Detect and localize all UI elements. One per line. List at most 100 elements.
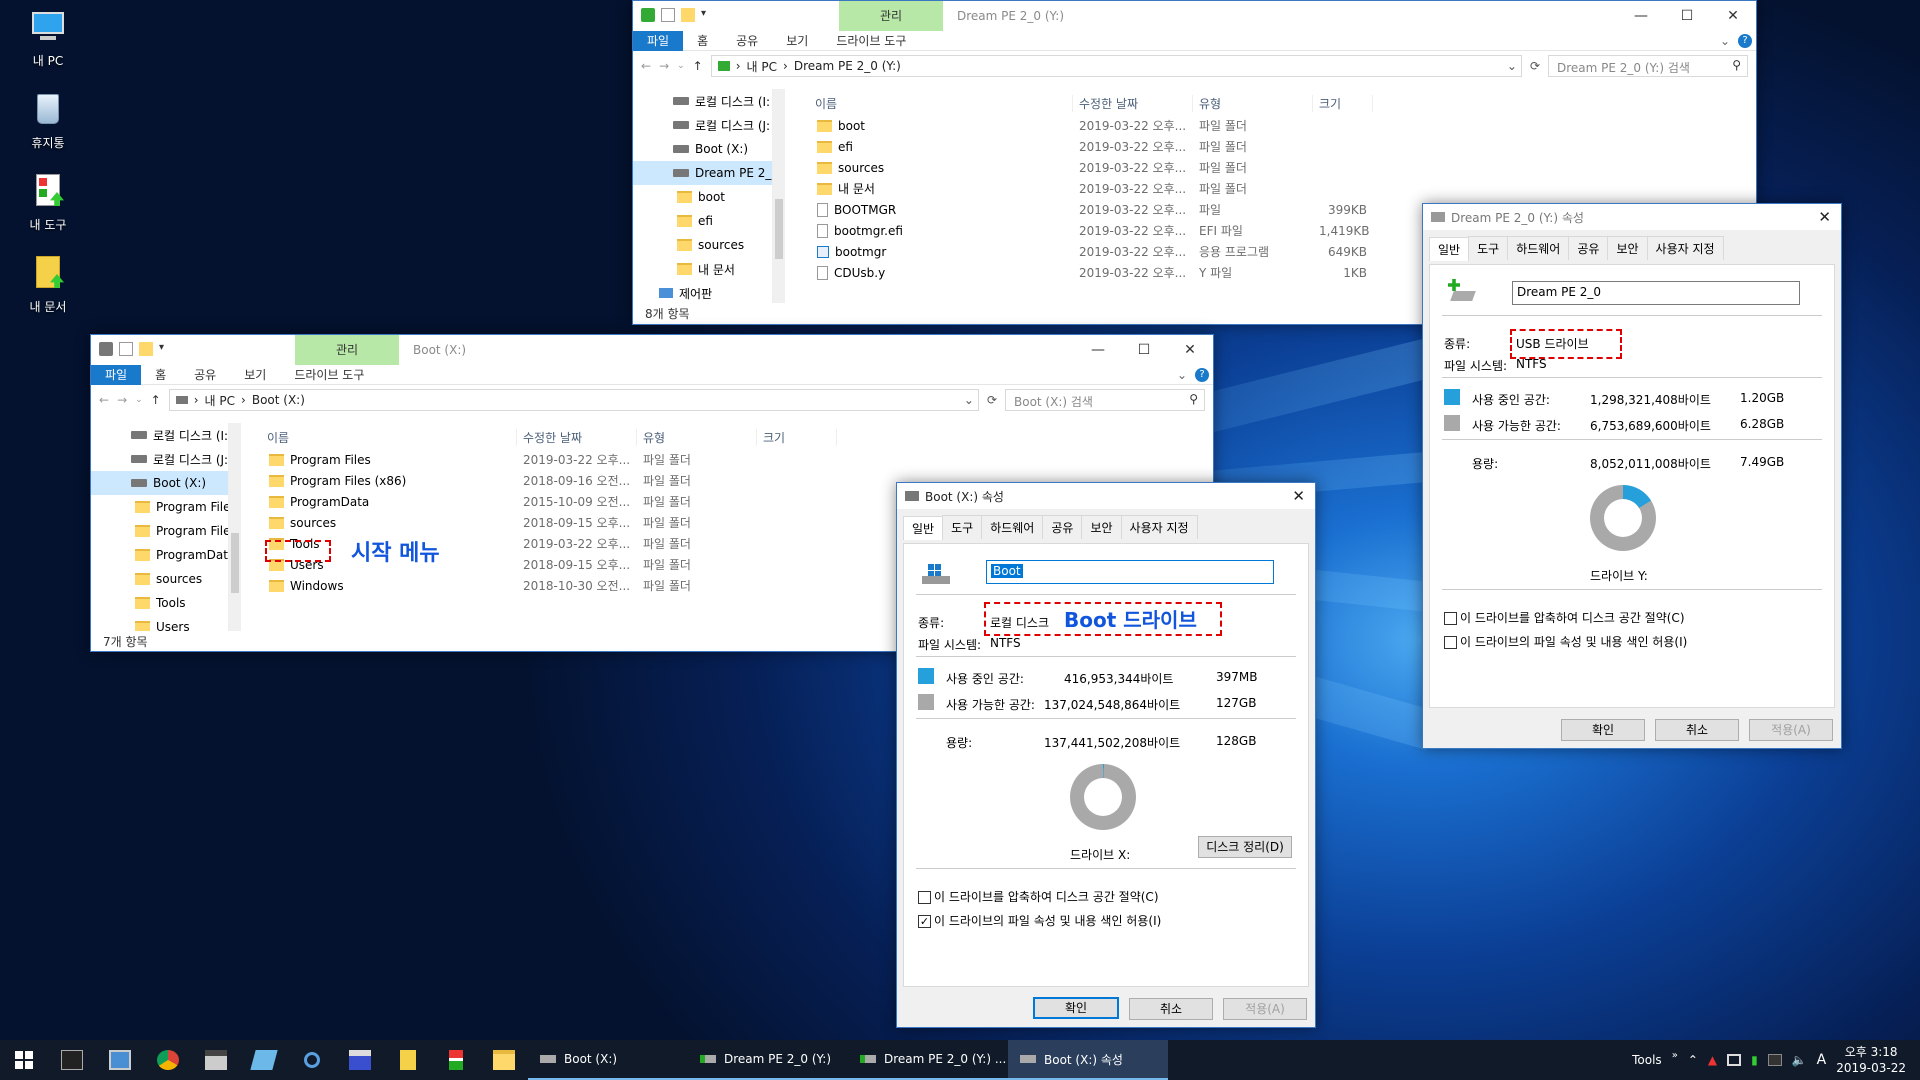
cancel-button[interactable]: 취소	[1129, 998, 1213, 1020]
file-row[interactable]: boot 2019-03-22 오후... 파일 폴더	[809, 115, 1739, 136]
properties-icon[interactable]	[119, 342, 133, 356]
tab-customize[interactable]: 사용자 지정	[1646, 236, 1724, 260]
drive-name-input[interactable]: Boot	[986, 560, 1274, 584]
desktop-icon-my-documents[interactable]: 내 문서	[10, 254, 86, 315]
taskbar-documents-icon[interactable]	[384, 1040, 432, 1080]
tab-sharing[interactable]: 공유	[1042, 515, 1083, 539]
taskbar-disk-tool-icon[interactable]	[192, 1040, 240, 1080]
scrollbar-thumb[interactable]	[231, 533, 239, 593]
tab-general[interactable]: 일반	[903, 516, 944, 540]
search-input[interactable]: Boot (X:) 검색 ⚲	[1005, 389, 1205, 411]
drive-name-input[interactable]: Dream PE 2_0	[1512, 281, 1800, 305]
tab-security[interactable]: 보안	[1607, 236, 1648, 260]
address-dropdown-icon[interactable]: ⌄	[1507, 59, 1517, 73]
column-name[interactable]: 이름	[261, 428, 517, 446]
toolbar-expand-icon[interactable]: »	[1672, 1050, 1678, 1061]
taskbar-notepad-icon[interactable]	[240, 1040, 288, 1080]
column-date[interactable]: 수정한 날짜	[517, 428, 637, 446]
recent-dropdown-icon[interactable]: ⌄	[677, 61, 685, 71]
desktop-icon-recycle-bin[interactable]: 휴지통	[10, 90, 86, 151]
taskbar-tools-icon[interactable]	[432, 1040, 480, 1080]
tab-sharing[interactable]: 공유	[1568, 236, 1609, 260]
tab-customize[interactable]: 사용자 지정	[1120, 515, 1198, 539]
contextual-tab-manage[interactable]: 관리	[839, 1, 943, 31]
close-button[interactable]: ✕	[1167, 335, 1213, 365]
nav-scrollbar[interactable]	[229, 423, 241, 631]
new-folder-icon[interactable]	[681, 8, 695, 22]
address-dropdown-icon[interactable]: ⌄	[964, 393, 974, 407]
breadcrumb-current[interactable]: Dream PE 2_0 (Y:)	[794, 59, 901, 73]
file-row[interactable]: Windows 2018-10-30 오전... 파일 폴더	[261, 575, 901, 596]
desktop-icon-my-tools[interactable]: 내 도구	[10, 172, 86, 233]
tools-toolbar-label[interactable]: Tools	[1632, 1053, 1662, 1067]
nav-item[interactable]: 로컬 디스크 (J:	[91, 447, 228, 471]
apply-button[interactable]: 적용(A)	[1223, 998, 1307, 1020]
maximize-button[interactable]: ☐	[1121, 335, 1167, 365]
help-icon[interactable]: ?	[1195, 367, 1209, 382]
nav-item[interactable]: Tools	[91, 591, 228, 615]
minimize-button[interactable]: —	[1075, 335, 1121, 365]
taskbar-task-boot-x[interactable]: Boot (X:)	[528, 1040, 688, 1080]
nav-scrollbar[interactable]	[773, 89, 785, 303]
tab-view[interactable]: 보기	[230, 365, 280, 385]
customize-qat-icon[interactable]: ▾	[159, 342, 167, 356]
tab-tools[interactable]: 도구	[1468, 236, 1509, 260]
file-row[interactable]: 내 문서 2019-03-22 오후... 파일 폴더	[809, 178, 1739, 199]
file-row[interactable]: efi 2019-03-22 오후... 파일 폴더	[809, 136, 1739, 157]
dialog-title-bar[interactable]: Dream PE 2_0 (Y:) 속성 ✕	[1423, 204, 1841, 230]
forward-arrow-icon[interactable]: →	[659, 59, 669, 73]
maximize-button[interactable]: ☐	[1664, 1, 1710, 31]
clock[interactable]: 오후 3:18 2019-03-22	[1836, 1044, 1906, 1076]
show-hidden-icons[interactable]: ⌃	[1688, 1053, 1698, 1067]
tab-drive-tools[interactable]: 드라이브 도구	[822, 31, 920, 51]
nav-item[interactable]: efi	[633, 209, 772, 233]
nav-item[interactable]: 로컬 디스크 (I:	[91, 423, 228, 447]
compress-checkbox[interactable]: 이 드라이브를 압축하여 디스크 공간 절약(C)	[1444, 609, 1685, 626]
tab-drive-tools[interactable]: 드라이브 도구	[280, 365, 378, 385]
address-bar[interactable]: › 내 PC › Boot (X:) ⌄	[168, 389, 979, 411]
ok-button[interactable]: 확인	[1033, 997, 1119, 1019]
column-type[interactable]: 유형	[637, 428, 757, 446]
taskbar-network-icon[interactable]	[96, 1040, 144, 1080]
taskbar-save-icon[interactable]	[336, 1040, 384, 1080]
index-checkbox[interactable]: 이 드라이브의 파일 속성 및 내용 색인 허용(I)	[1444, 633, 1687, 650]
breadcrumb-current[interactable]: Boot (X:)	[252, 393, 305, 407]
file-row[interactable]: Program Files 2019-03-22 오후... 파일 폴더	[261, 449, 901, 470]
index-checkbox[interactable]: ✓ 이 드라이브의 파일 속성 및 내용 색인 허용(I)	[918, 912, 1161, 929]
tab-share[interactable]: 공유	[180, 365, 230, 385]
close-icon[interactable]: ✕	[1292, 487, 1305, 505]
nav-item[interactable]: Dream PE 2_0	[633, 161, 772, 185]
title-bar[interactable]: ▾ 관리 Dream PE 2_0 (Y:) — ☐ ✕	[633, 1, 1756, 31]
expand-ribbon-icon[interactable]: ⌄	[1720, 34, 1730, 48]
taskbar-task-dream-pe[interactable]: Dream PE 2_0 (Y:)	[688, 1040, 848, 1080]
new-folder-icon[interactable]	[139, 342, 153, 356]
minimize-button[interactable]: —	[1618, 1, 1664, 31]
close-icon[interactable]: ✕	[1818, 208, 1831, 226]
nav-item[interactable]: 내 문서	[633, 257, 772, 281]
close-button[interactable]: ✕	[1710, 1, 1756, 31]
up-arrow-icon[interactable]: ↑	[693, 59, 703, 73]
ime-indicator[interactable]: A	[1817, 1052, 1827, 1068]
up-arrow-icon[interactable]: ↑	[151, 393, 161, 407]
contextual-tab-manage[interactable]: 관리	[295, 335, 399, 365]
start-button[interactable]	[0, 1040, 48, 1080]
checkbox-box[interactable]	[1444, 636, 1457, 649]
breadcrumb-my-pc[interactable]: 내 PC	[747, 58, 777, 75]
nav-item[interactable]: boot	[633, 185, 772, 209]
network-tray-icon[interactable]	[1727, 1054, 1742, 1066]
tab-hardware[interactable]: 하드웨어	[981, 515, 1044, 539]
tab-general[interactable]: 일반	[1429, 237, 1470, 261]
column-size[interactable]: 크기	[1313, 94, 1373, 112]
nav-item[interactable]: sources	[633, 233, 772, 257]
power-tray-icon[interactable]: ▲	[1708, 1053, 1717, 1067]
cpu-tray-icon[interactable]	[1767, 1054, 1782, 1066]
nav-item[interactable]: 로컬 디스크 (J:	[633, 113, 772, 137]
checkbox-box[interactable]: ✓	[918, 915, 931, 928]
taskbar-task-dream-pe-props[interactable]: Dream PE 2_0 (Y:) ...	[848, 1040, 1008, 1080]
nav-item[interactable]: Users	[91, 615, 228, 631]
breadcrumb-my-pc[interactable]: 내 PC	[205, 392, 235, 409]
nav-item[interactable]: Program Files	[91, 495, 228, 519]
checkbox-box[interactable]	[1444, 612, 1457, 625]
scrollbar-thumb[interactable]	[775, 199, 783, 259]
column-size[interactable]: 크기	[757, 428, 837, 446]
